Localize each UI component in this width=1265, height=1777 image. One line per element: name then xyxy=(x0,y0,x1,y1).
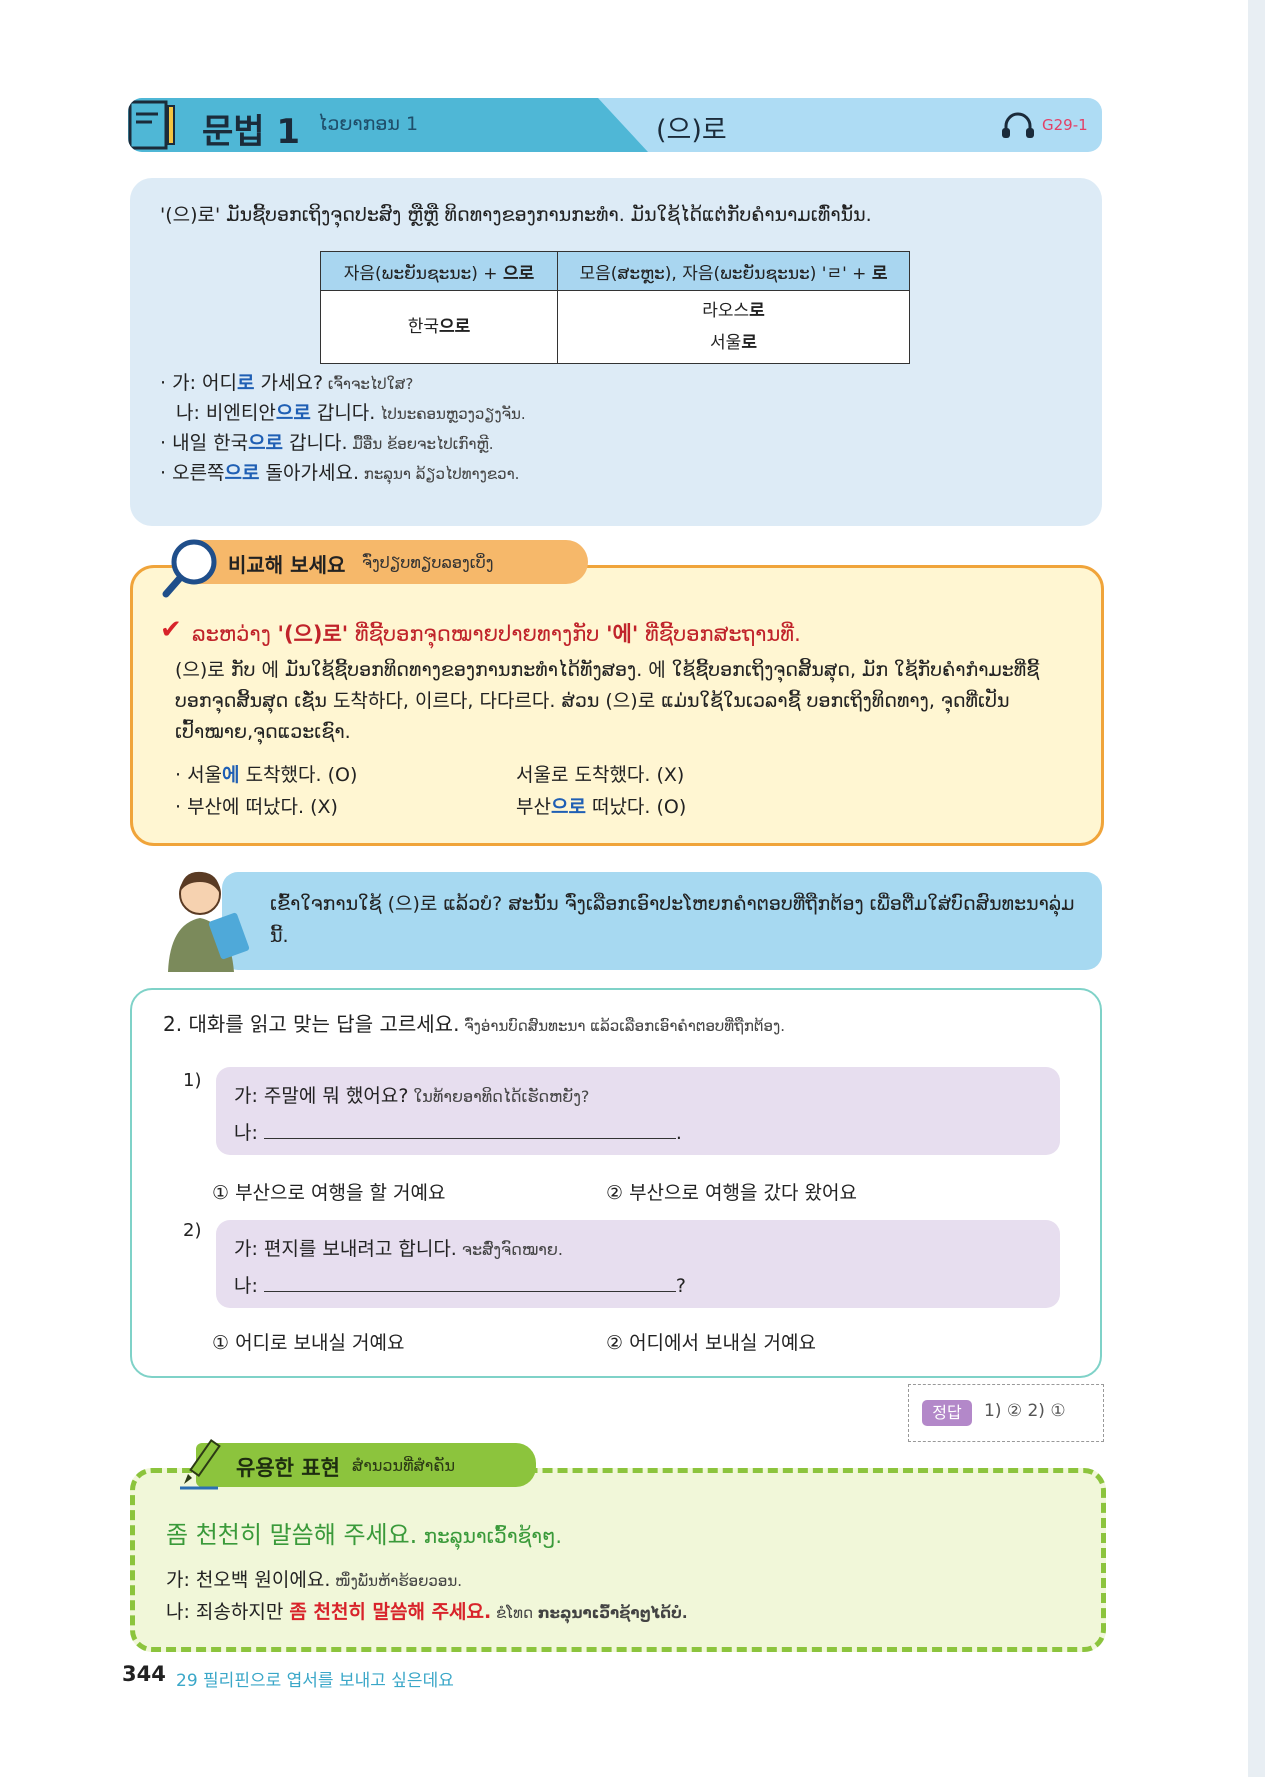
compare-body: (으)로 ກັບ 에 ມັນໃຊ້ຊີ້ບອກທິດທາງຂອງການກະທຳໄ… xyxy=(175,659,1040,743)
useful-line-1: 가: 천오백 원이에요. ໜຶ່ງພັນຫ້າຮ້ອຍວອນ. xyxy=(166,1569,463,1591)
option-2[interactable]: ② 어디에서 보내실 거예요 xyxy=(606,1328,816,1355)
compare-lao: ຈົ່ງປຽບທຽບລອງເບິ່ງ xyxy=(362,553,494,572)
rule-header-vowel: 모음(ສະຫຼະ), 자음(ພະຍັນຊະນະ) 'ㄹ' + 로 xyxy=(557,251,910,291)
useful-line-2: 나: 죄송하지만 좀 천천히 말씀해 주세요. ຂໍໂທດ ກະລຸນາເວົ້… xyxy=(166,1601,688,1623)
rule-cell-consonant: 한국으로 xyxy=(320,290,558,364)
chapter-title: 29 필리핀으로 엽서를 보내고 싶은데요 xyxy=(176,1671,454,1691)
audio-code[interactable]: G29-1 xyxy=(1042,116,1088,134)
option-1[interactable]: ① 어디로 보내실 거예요 xyxy=(212,1328,404,1355)
option-1[interactable]: ① 부산으로 여행을 할 거예요 xyxy=(212,1178,445,1205)
header-title: 문법 1 xyxy=(202,112,301,152)
answer-blank[interactable] xyxy=(263,1273,676,1292)
compare-example: 부산으로 떠났다. (O) xyxy=(516,796,687,818)
speech-text: ເຂົ້າໃຈການໃຊ້ (으)로 ແລ້ວບໍ? ສະນັ້ນ ຈົ່ງເລ… xyxy=(270,893,1075,947)
rule-table: 자음(ພະຍັນຊະນະ) + 으로 모음(ສະຫຼະ), 자음(ພະຍັນຊະ… xyxy=(320,251,910,364)
grammar-intro: '(으)로' ມັນຊີ້ບອກເຖິງຈຸດປະສົງ ຫຼືຫຼື ທິດທ… xyxy=(160,204,872,226)
magnifier-icon xyxy=(162,539,217,598)
example-line: · 가: 어디로 가세요? ເຈົ້າຈະໄປໃສ? xyxy=(160,372,414,394)
dialog-line-b: 나: . xyxy=(234,1120,682,1144)
example-line: · 오른쪽으로 돌아가세요. ກະລຸນາ ລ້ຽວໄປທາງຂວາ. xyxy=(160,462,520,484)
check-icon: ✔ xyxy=(160,615,182,645)
teacher-illustration xyxy=(168,871,250,972)
grammar-header: 문법 1 ໄວຍາກອນ 1 (으)로 G29-1 xyxy=(128,98,1102,152)
compare-title: 비교해 보세요 xyxy=(228,553,346,577)
dialog-line-a: 가: 편지를 보내려고 합니다. ຈະສົ່ງຈົດໝາຍ. xyxy=(234,1238,563,1260)
useful-lao: ສຳນວນທີ່ສຳຄັນ xyxy=(352,1456,455,1475)
answer-blank[interactable] xyxy=(263,1120,676,1139)
compare-example: 서울로 도착했다. (X) xyxy=(516,764,685,786)
grammar-pattern: (으)로 xyxy=(656,115,727,146)
answer-text: 1) ② 2) ① xyxy=(984,1401,1066,1421)
compare-heading: ລະຫວ່າງ '(으)로' ທີ່ຊີ້ບອກຈຸດໝາຍປາຍທາງກັບ … xyxy=(192,622,801,646)
rule-cell-vowel: 라오스로 서울로 xyxy=(557,290,910,364)
page-edge xyxy=(1248,0,1265,1777)
compare-example: · 부산에 떠났다. (X) xyxy=(175,796,338,818)
pencil-icon xyxy=(180,1438,221,1490)
book-icon xyxy=(128,100,175,150)
header-lao: ໄວຍາກອນ 1 xyxy=(318,113,419,135)
useful-expression-box xyxy=(130,1468,1106,1652)
exercise-title: 2. 대화를 읽고 맞는 답을 고르세요.1) ຈົ່ງອ່ານບົດສົນທະ… xyxy=(163,1012,785,1036)
compare-example: · 서울에 도착했다. (O) xyxy=(175,764,358,786)
answer-badge: 정답 xyxy=(922,1400,972,1426)
dialog-line-b: 나: ? xyxy=(234,1273,687,1297)
grammar-explanation-box: '(으)로' ມັນຊີ້ບອກເຖິງຈຸດປະສົງ ຫຼືຫຼື ທິດທ… xyxy=(130,178,1102,526)
example-line: · 내일 한국으로 갑니다. ມື້ອື່ນ ຂ້ອຍຈະໄປເກົາຫຼີ. xyxy=(160,432,494,454)
dialog-line-a: 가: 주말에 뭐 했어요? ໃນທ້າຍອາທິດໄດ້ເຮັດຫຍັງ? xyxy=(234,1085,590,1107)
headphone-icon[interactable] xyxy=(1000,110,1036,140)
useful-title: 유용한 표현 xyxy=(236,1456,340,1480)
question-number: 2) xyxy=(183,1220,202,1241)
page-number: 344 xyxy=(122,1662,166,1686)
option-2[interactable]: ② 부산으로 여행을 갔다 왔어요 xyxy=(606,1178,857,1205)
rule-header-consonant: 자음(ພະຍັນຊະນະ) + 으로 xyxy=(320,251,558,291)
useful-main-phrase: 좀 천천히 말씀해 주세요. ກະລຸນາເວົ້າຊ້າໆ. xyxy=(166,1521,562,1549)
example-line: 나: 비엔티안으로 갑니다. ໄປນະຄອນຫຼວງວຽງຈັນ. xyxy=(176,402,526,424)
question-number: 1) xyxy=(183,1070,202,1091)
